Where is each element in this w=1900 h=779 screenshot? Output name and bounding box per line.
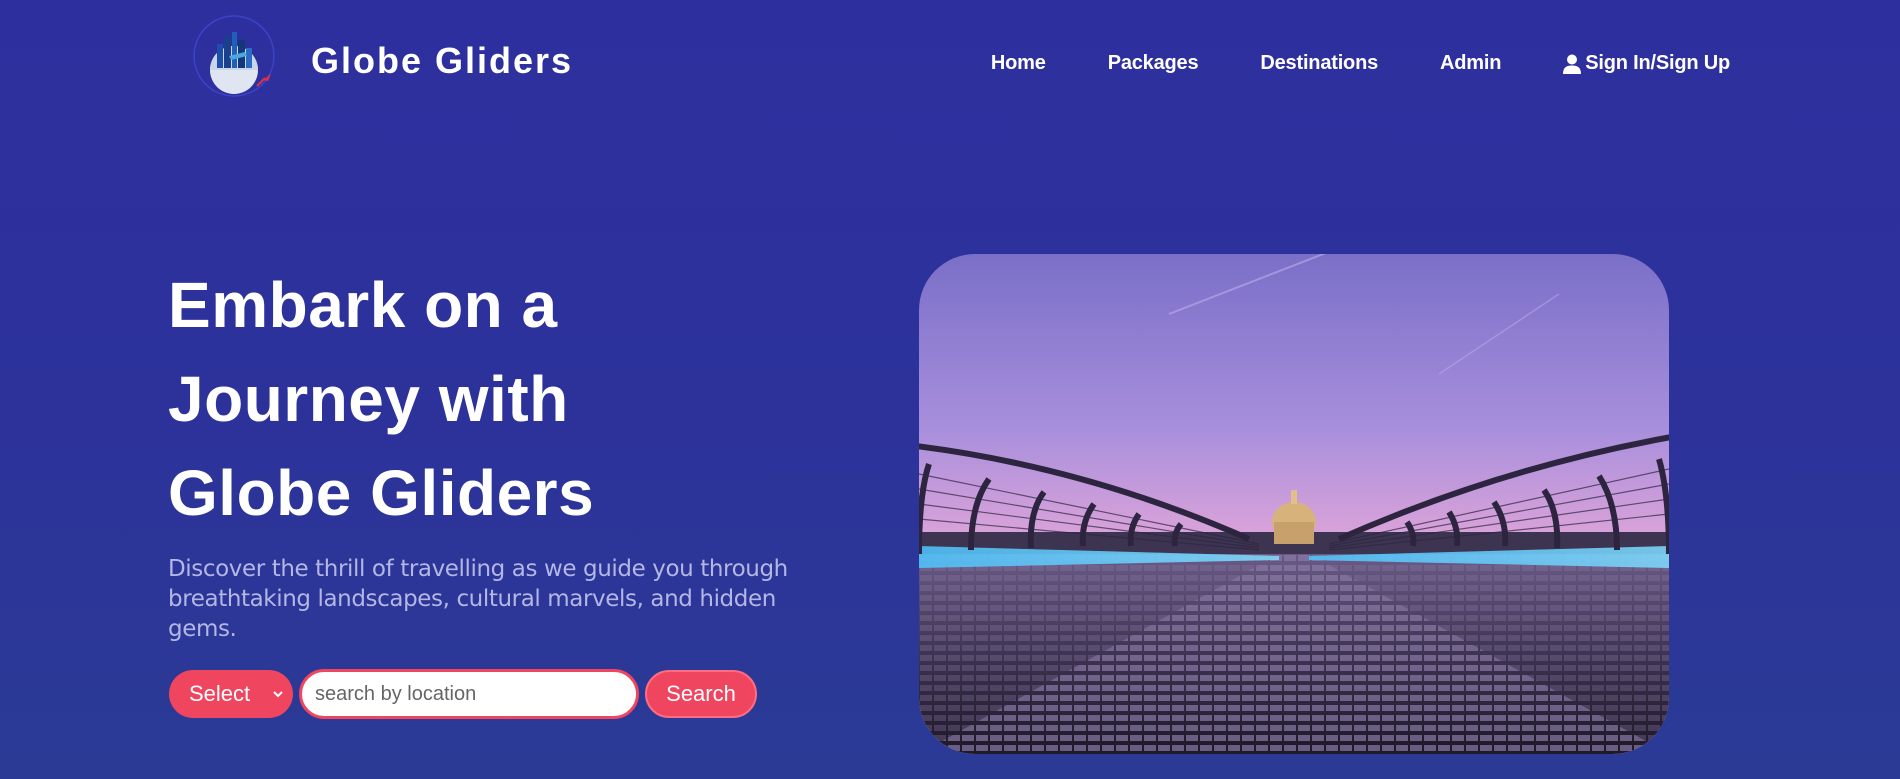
nav-signin-link[interactable]: Sign In/Sign Up [1563, 52, 1730, 75]
location-search-input[interactable] [299, 669, 639, 719]
hero-description: Discover the thrill of travelling as we … [168, 556, 788, 642]
hero-image [919, 254, 1669, 754]
hero-title-line-1: Embark on a [168, 269, 558, 341]
nav-destinations-link[interactable]: Destinations [1260, 52, 1378, 75]
brand-name[interactable]: Globe Gliders [311, 40, 573, 82]
hero-title-line-2: Journey with [168, 363, 569, 435]
search-bar: Select Search [169, 669, 757, 719]
search-button[interactable]: Search [645, 670, 757, 718]
hero-title: Embark on a Journey with Globe Gliders [168, 258, 808, 540]
nav-home-link[interactable]: Home [991, 52, 1046, 75]
nav-admin-link[interactable]: Admin [1440, 52, 1501, 75]
main-nav: Home Packages Destinations Admin Sign In… [991, 52, 1730, 75]
user-icon [1563, 54, 1582, 74]
hero-title-line-3: Globe Gliders [168, 457, 595, 529]
category-select[interactable]: Select [169, 670, 293, 718]
chevron-down-icon [271, 683, 285, 705]
nav-packages-link[interactable]: Packages [1108, 52, 1199, 75]
globe-logo-icon[interactable] [193, 12, 279, 98]
site-header: Globe Gliders Home Packages Destinations… [0, 0, 1900, 130]
select-value: Select [189, 681, 251, 706]
signin-label: Sign In/Sign Up [1585, 52, 1730, 74]
bridge-photo [919, 254, 1669, 754]
